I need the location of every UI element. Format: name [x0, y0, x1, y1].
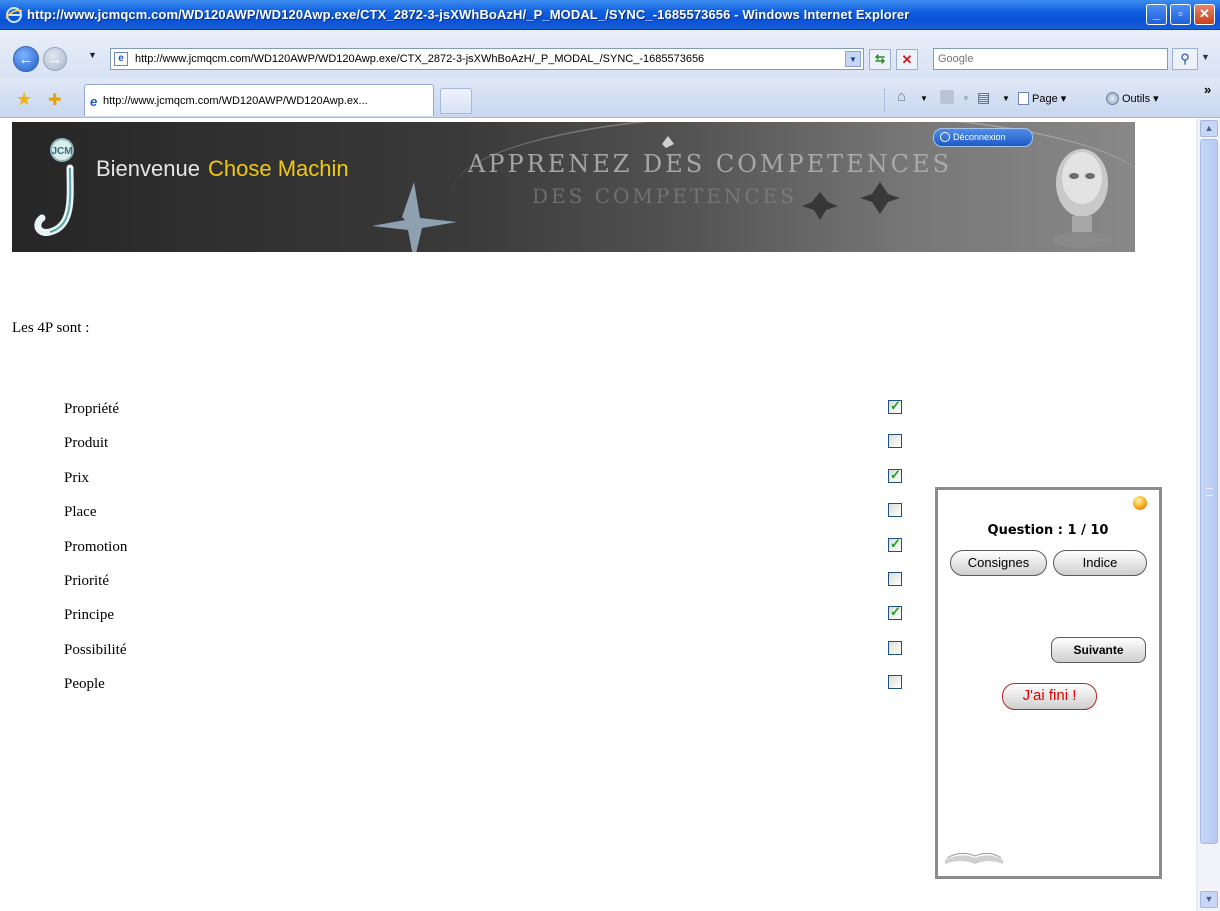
banner-slogan: APPRENEZ DES COMPETENCES: [468, 150, 953, 178]
window-title: http://www.jcmqcm.com/WD120AWP/WD120Awp.…: [27, 7, 910, 22]
scroll-down-button[interactable]: ▼: [1200, 891, 1218, 908]
recent-pages-dropdown-icon[interactable]: ▼: [88, 50, 97, 60]
tools-gear-icon: [1106, 92, 1119, 105]
scroll-up-button[interactable]: ▲: [1200, 120, 1218, 137]
tab-page-icon: e: [90, 94, 98, 109]
answer-label: Produit: [64, 435, 109, 452]
tab-current-page[interactable]: e http://www.jcmqcm.com/WD120AWP/WD120Aw…: [84, 84, 434, 116]
book-icon: [945, 852, 1003, 864]
maximize-button[interactable]: ▫: [1170, 4, 1191, 25]
answer-checkbox[interactable]: [888, 503, 902, 518]
svg-text:JCM: JCM: [51, 146, 72, 157]
stop-button[interactable]: ✕: [896, 49, 918, 70]
scroll-thumb[interactable]: [1200, 139, 1218, 844]
search-input[interactable]: [938, 50, 1163, 68]
page-menu-icon: [1018, 92, 1029, 105]
address-url[interactable]: http://www.jcmqcm.com/WD120AWP/WD120Awp.…: [135, 53, 704, 65]
finish-button[interactable]: J'ai fini !: [1002, 683, 1097, 710]
search-button[interactable]: ⚲: [1172, 48, 1198, 70]
robot-mascot: [1052, 149, 1112, 248]
indice-button[interactable]: Indice: [1053, 550, 1147, 576]
answer-checkbox[interactable]: ✓: [888, 604, 902, 621]
answer-row[interactable]: Principe ✓: [0, 601, 910, 631]
answer-checkbox[interactable]: [888, 434, 902, 449]
home-icon[interactable]: ⌂: [897, 88, 906, 105]
vertical-scrollbar[interactable]: ▲ ▼: [1196, 118, 1220, 911]
answer-row[interactable]: Promotion ✓: [0, 533, 910, 563]
answer-row[interactable]: Prix ✓: [0, 464, 910, 494]
print-dropdown-icon[interactable]: ▼: [1002, 94, 1010, 103]
answer-checkbox[interactable]: [888, 675, 902, 690]
answer-label: Propriété: [64, 401, 119, 417]
address-dropdown-icon[interactable]: ▼: [845, 51, 861, 67]
answer-label: Priorité: [64, 573, 109, 589]
quiz-control-panel: Question : 1 / 10 Consignes Indice Suiva…: [935, 487, 1162, 879]
feeds-icon[interactable]: [940, 90, 954, 104]
answer-label: Prix: [64, 469, 90, 486]
answer-checkbox[interactable]: [888, 640, 902, 655]
command-bar-separator: [884, 89, 885, 111]
refresh-button[interactable]: ⇆: [869, 49, 891, 70]
internet-explorer-icon: [5, 7, 23, 23]
address-field[interactable]: e http://www.jcmqcm.com/WD120AWP/WD120Aw…: [110, 48, 864, 70]
home-dropdown-icon[interactable]: ▼: [920, 94, 928, 103]
tools-menu[interactable]: Outils ▾: [1106, 92, 1159, 105]
page-menu[interactable]: Page ▾: [1018, 92, 1066, 105]
page-content: JCM Bienvenue Chose Machin APPRENEZ DES C…: [0, 118, 1196, 911]
answer-label: People: [64, 676, 105, 693]
close-button[interactable]: ✕: [1194, 4, 1215, 25]
welcome-message: Bienvenue Chose Machin: [96, 156, 349, 182]
answer-checkbox[interactable]: ✓: [888, 398, 902, 414]
address-toolbar: ← → ▼ e http://www.jcmqcm.com/WD120AWP/W…: [0, 30, 1220, 78]
banner-slogan-reflection: DES COMPETENCES: [532, 184, 797, 208]
search-options-dropdown-icon[interactable]: ▼: [1201, 52, 1210, 62]
feeds-dropdown-icon[interactable]: ▼: [962, 94, 970, 103]
answer-row[interactable]: Place: [0, 498, 910, 528]
answer-checkbox[interactable]: ✓: [888, 466, 902, 483]
jcm-logo: JCM: [34, 138, 74, 236]
checkmark-icon: ✓: [890, 466, 901, 482]
window-title-bar[interactable]: http://www.jcmqcm.com/WD120AWP/WD120Awp.…: [0, 0, 1220, 30]
answer-label: Promotion: [64, 538, 128, 555]
page-icon: e: [114, 52, 128, 66]
logout-label: Déconnexion: [953, 132, 1006, 142]
answer-row[interactable]: Possibilité: [0, 636, 910, 666]
tools-menu-label: Outils: [1122, 93, 1151, 105]
favorites-star-icon[interactable]: ★: [16, 89, 32, 110]
logout-button[interactable]: Déconnexion: [933, 128, 1033, 147]
answer-row[interactable]: Produit: [0, 429, 910, 459]
new-tab-button[interactable]: [440, 88, 472, 114]
tab-label: http://www.jcmqcm.com/WD120AWP/WD120Awp.…: [103, 95, 368, 107]
minimize-button[interactable]: _: [1146, 4, 1167, 25]
user-name: Chose Machin: [207, 156, 349, 181]
answer-label: Principe: [64, 607, 114, 624]
answer-label: Place: [64, 504, 97, 521]
answer-row[interactable]: People: [0, 670, 910, 700]
welcome-text: Bienvenue: [96, 156, 200, 181]
answer-checkbox[interactable]: [888, 572, 902, 586]
more-commands-chevron-icon[interactable]: »: [1204, 82, 1211, 97]
question-counter: Question : 1 / 10: [987, 523, 1109, 538]
checkmark-icon: ✓: [890, 398, 901, 413]
question-text: Les 4P sont :: [12, 320, 90, 336]
status-orb-icon: [1133, 496, 1147, 510]
answer-row[interactable]: Priorité: [0, 567, 910, 597]
forward-button[interactable]: →: [43, 47, 67, 71]
scroll-grip: [1206, 488, 1213, 496]
power-icon: [940, 132, 950, 142]
checkmark-icon: ✓: [890, 535, 901, 551]
tab-toolbar: ★ ✚ e http://www.jcmqcm.com/WD120AWP/WD1…: [0, 78, 1220, 118]
site-banner: JCM Bienvenue Chose Machin APPRENEZ DES C…: [12, 122, 1135, 252]
page-menu-label: Page: [1032, 93, 1058, 105]
consignes-button[interactable]: Consignes: [950, 550, 1047, 576]
back-button[interactable]: ←: [13, 46, 39, 72]
answer-checkbox[interactable]: ✓: [888, 535, 902, 552]
checkmark-icon: ✓: [890, 604, 901, 620]
suivante-button[interactable]: Suivante: [1051, 637, 1146, 663]
answer-label: Possibilité: [64, 641, 127, 658]
add-favorites-icon[interactable]: ✚: [48, 90, 61, 110]
answer-row[interactable]: Propriété ✓: [0, 395, 910, 425]
print-icon[interactable]: ▤: [977, 89, 990, 106]
search-field[interactable]: [933, 48, 1168, 70]
